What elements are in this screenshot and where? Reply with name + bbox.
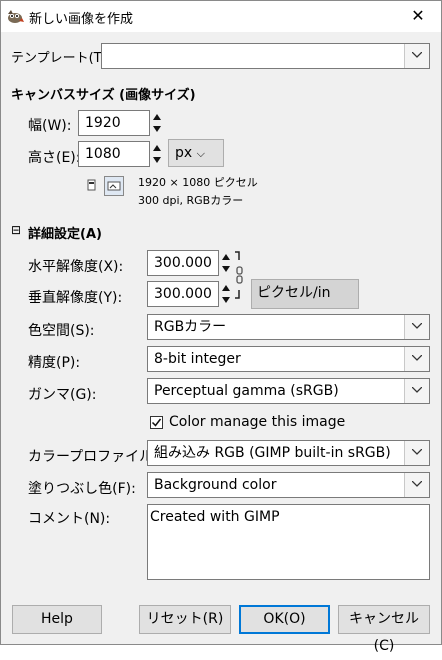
window-title: 新しい画像を作成 <box>29 12 134 27</box>
chain-link-icon[interactable] <box>234 250 244 300</box>
chevron-down-icon <box>404 473 429 497</box>
color-manage-checkbox[interactable] <box>150 416 163 429</box>
comment-label: コメント(N): <box>28 511 111 527</box>
x-resolution-label: 水平解像度(X): <box>28 259 124 275</box>
canvas-info-dimensions: 1920 × 1080 ピクセル <box>138 176 258 189</box>
width-label: 幅(W): <box>28 118 72 134</box>
unit-dropdown[interactable]: px ⌵ <box>168 139 224 167</box>
x-resolution-spin-buttons[interactable] <box>221 250 231 276</box>
y-resolution-label: 垂直解像度(Y): <box>28 290 123 306</box>
close-button[interactable]: ✕ <box>395 1 441 32</box>
help-button[interactable]: Help <box>12 605 102 634</box>
fill-label: 塗りつぶし色(F): <box>28 481 136 497</box>
resolution-unit-value: ピクセル/in <box>257 285 331 301</box>
colorspace-label: 色空間(S): <box>28 323 95 339</box>
color-profile-dropdown[interactable]: 組み込み RGB (GIMP built-in sRGB) <box>147 440 430 466</box>
template-dropdown[interactable] <box>101 43 430 69</box>
canvas-size-heading: キャンバスサイズ (画像サイズ) <box>11 88 196 103</box>
color-manage-label[interactable]: Color manage this image <box>169 414 345 430</box>
height-label: 高さ(E): <box>28 150 81 166</box>
height-spin-buttons[interactable] <box>152 141 162 167</box>
gamma-label: ガンマ(G): <box>28 387 97 403</box>
cancel-button[interactable]: キャンセル(C) <box>338 605 430 654</box>
ok-button[interactable]: OK(O) <box>239 605 330 634</box>
gimp-app-icon <box>6 8 24 24</box>
width-spin-buttons[interactable] <box>152 110 162 136</box>
precision-dropdown[interactable]: 8-bit integer <box>147 346 430 372</box>
y-resolution-spin-buttons[interactable] <box>221 281 231 307</box>
chevron-down-icon: ⌵ <box>196 147 205 160</box>
template-label: テンプレート(T): <box>11 51 112 66</box>
colorspace-value: RGBカラー <box>154 319 227 335</box>
chevron-down-icon <box>404 315 429 339</box>
width-input[interactable]: 1920 <box>78 110 150 136</box>
comment-textarea[interactable]: Created with GIMP <box>147 504 430 580</box>
title-bar: 新しい画像を作成 ✕ <box>1 1 441 32</box>
portrait-orientation-icon[interactable] <box>83 177 99 193</box>
height-input[interactable]: 1080 <box>78 141 150 167</box>
canvas-info-resolution: 300 dpi, RGBカラー <box>138 194 244 207</box>
advanced-heading[interactable]: 詳細設定(A) <box>28 223 102 242</box>
gamma-dropdown[interactable]: Perceptual gamma (sRGB) <box>147 378 430 404</box>
unit-value: px <box>175 145 193 161</box>
collapse-icon[interactable]: ⊟ <box>11 223 21 237</box>
x-resolution-input[interactable]: 300.000 <box>147 250 219 276</box>
chevron-down-icon <box>404 441 429 465</box>
new-image-dialog: 新しい画像を作成 ✕ テンプレート(T): キャンバスサイズ (画像サイズ) 幅… <box>0 0 442 654</box>
y-resolution-input[interactable]: 300.000 <box>147 281 219 307</box>
chevron-down-icon <box>404 379 429 403</box>
resolution-unit-dropdown[interactable]: ピクセル/in <box>251 279 359 309</box>
gamma-value: Perceptual gamma (sRGB) <box>154 383 339 399</box>
color-profile-value: 組み込み RGB (GIMP built-in sRGB) <box>154 445 391 461</box>
chevron-down-icon <box>404 347 429 371</box>
reset-button[interactable]: リセット(R) <box>139 605 231 634</box>
fill-dropdown[interactable]: Background color <box>147 472 430 498</box>
precision-label: 精度(P): <box>28 355 81 371</box>
fill-value: Background color <box>154 477 277 493</box>
precision-value: 8-bit integer <box>154 351 241 367</box>
landscape-orientation-icon[interactable] <box>104 176 124 196</box>
colorspace-dropdown[interactable]: RGBカラー <box>147 314 430 340</box>
chevron-down-icon <box>404 44 429 68</box>
